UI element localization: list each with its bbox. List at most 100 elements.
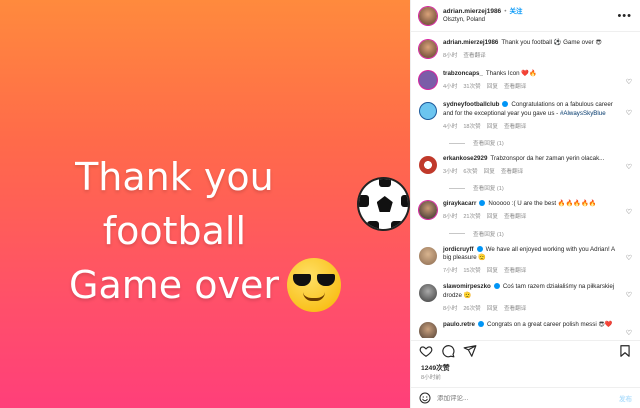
avatar[interactable] [419, 102, 437, 121]
reply-button[interactable]: 回复 [487, 267, 498, 276]
verified-badge-icon [493, 283, 500, 290]
view-replies-button[interactable]: 查看回复 (1) [449, 184, 632, 192]
verified-badge-icon [479, 200, 486, 207]
comment-username[interactable]: jordicruyff [443, 246, 474, 253]
comment-item: slawomirpeszko Coś tam razem działaliśmy … [419, 283, 632, 313]
comment-likes[interactable]: 26次赞 [463, 305, 480, 314]
caption-username[interactable]: adrian.mierzej1986 [443, 39, 498, 46]
post-viewer: Thank you football Game over adrian.mier… [0, 0, 640, 408]
caption: adrian.mierzej1986 Thank you football ⚽ G… [419, 39, 632, 60]
comment-text: Thanks Icon ❤️🔥 [485, 70, 537, 78]
comment-username[interactable]: giraykacarr [443, 200, 476, 207]
like-comment-icon[interactable]: ♡ [626, 78, 632, 86]
translate-link[interactable]: 查看翻译 [504, 123, 526, 132]
comment-likes[interactable]: 31次赞 [463, 83, 480, 92]
post-time: 8小时前 [421, 375, 441, 381]
translate-link[interactable]: 查看翻译 [504, 305, 526, 314]
like-comment-icon[interactable]: ♡ [626, 208, 632, 216]
like-comment-icon[interactable]: ♡ [626, 109, 632, 117]
comment-item: jordicruyff We have all enjoyed working w… [419, 245, 632, 276]
like-comment-icon[interactable]: ♡ [626, 254, 632, 262]
reply-button[interactable]: 回复 [487, 83, 498, 92]
like-comment-icon[interactable]: ♡ [626, 329, 632, 337]
header-separator: • [504, 7, 507, 15]
comment-item: trabzoncaps_ Thanks Icon ❤️🔥 4小时 31次赞 回复 … [419, 70, 632, 91]
reply-button[interactable]: 回复 [487, 213, 498, 222]
comment-composer: 发布 [411, 387, 640, 408]
bookmark-icon[interactable] [618, 344, 632, 358]
like-comment-icon[interactable]: ♡ [626, 291, 632, 299]
post-header: adrian.mierzej1986 • 关注 Olsztyn, Poland … [411, 0, 640, 32]
avatar[interactable] [419, 284, 437, 303]
comment-time: 8小时 [443, 213, 458, 220]
heart-icon[interactable] [419, 344, 433, 358]
comment-input[interactable] [437, 394, 619, 402]
header-username[interactable]: adrian.mierzej1986 [443, 7, 501, 16]
comment-text: Nooooo :( U are the best 🔥🔥🔥🔥🔥 [488, 200, 597, 208]
comment-username[interactable]: paulo.retre [443, 321, 475, 328]
comment-item: giraykacarr Nooooo :( U are the best 🔥🔥🔥🔥… [419, 200, 632, 221]
verified-badge-icon [476, 245, 483, 252]
reply-button[interactable]: 回复 [487, 123, 498, 132]
translate-link[interactable]: 查看翻译 [501, 168, 523, 177]
follow-button[interactable]: 关注 [509, 7, 522, 16]
avatar[interactable] [419, 201, 437, 220]
caption-time: 8小时 [443, 52, 458, 59]
view-replies-button[interactable]: 查看回复 (1) [449, 139, 632, 147]
comment-username[interactable]: sydneyfootballclub [443, 101, 499, 108]
comment-item: sydneyfootballclub Congratulations on a f… [419, 101, 632, 131]
comment-time: 4小时 [443, 123, 458, 130]
header-text: adrian.mierzej1986 • 关注 Olsztyn, Poland [443, 7, 617, 25]
avatar[interactable] [419, 40, 437, 58]
image-line-1: Thank you football [0, 150, 410, 258]
comment-list[interactable]: adrian.mierzej1986 Thank you football ⚽ G… [411, 33, 640, 338]
share-icon[interactable] [463, 344, 477, 358]
header-location[interactable]: Olsztyn, Poland [443, 16, 617, 25]
comment-likes[interactable]: 21次赞 [463, 213, 480, 222]
post-actions [411, 340, 640, 360]
translate-link[interactable]: 查看翻译 [504, 267, 526, 276]
reply-button[interactable]: 回复 [487, 305, 498, 314]
comment-time: 8小时 [443, 305, 458, 312]
avatar[interactable] [419, 6, 437, 25]
translate-link[interactable]: 查看翻译 [504, 213, 526, 222]
like-comment-icon[interactable]: ♡ [626, 163, 632, 171]
view-replies-label: 查看回复 (1) [473, 231, 504, 238]
comment-likes[interactable]: 6次赞 [463, 168, 477, 177]
hashtag-link[interactable]: #AlwaysSkyBlue [560, 110, 606, 117]
comment-username[interactable]: erkankose2929 [443, 155, 487, 162]
comments-panel: adrian.mierzej1986 • 关注 Olsztyn, Poland … [410, 0, 640, 408]
more-options-icon[interactable]: ••• [617, 10, 632, 22]
caption-translate-link[interactable]: 查看翻译 [463, 52, 485, 61]
image-line-2-text: Game over [69, 263, 279, 307]
translate-link[interactable]: 查看翻译 [504, 83, 526, 92]
view-replies-label: 查看回复 (1) [473, 186, 504, 193]
post-comment-button[interactable]: 发布 [619, 393, 632, 403]
comment-likes[interactable]: 18次赞 [463, 123, 480, 132]
comment-item: erkankose2929 Trabzonspor da her zaman ye… [419, 155, 632, 176]
comment-item: paulo.retre Congrats on a great career po… [419, 321, 632, 338]
post-image[interactable]: Thank you football Game over [0, 0, 410, 408]
reply-button[interactable]: 回复 [484, 168, 495, 177]
post-image-text: Thank you football Game over [0, 150, 410, 312]
comment-username[interactable]: slawomirpeszko [443, 283, 491, 290]
comment-username[interactable]: trabzoncaps_ [443, 70, 483, 77]
soccer-ball-icon [356, 177, 410, 231]
avatar[interactable] [419, 156, 437, 175]
verified-badge-icon [477, 321, 484, 328]
comment-text: Congrats on a great career polish messi … [486, 321, 613, 329]
image-line-1-text: Thank you football [75, 155, 274, 253]
image-line-2: Game over [0, 258, 410, 312]
emoji-icon[interactable] [419, 392, 431, 404]
verified-badge-icon [502, 101, 509, 108]
likes-count[interactable]: 1249次赞 [421, 362, 450, 372]
avatar[interactable] [419, 322, 437, 338]
caption-text: Thank you football ⚽ Game over 😎 [501, 39, 602, 46]
avatar[interactable] [419, 71, 437, 90]
avatar[interactable] [419, 246, 437, 265]
view-replies-button[interactable]: 查看回复 (1) [449, 230, 632, 238]
sunglasses-face-icon [286, 258, 341, 312]
comment-icon[interactable] [441, 344, 455, 358]
comment-likes[interactable]: 15次赞 [463, 267, 480, 276]
comment-text: Trabzonspor da her zaman yerin olacak... [490, 155, 605, 163]
